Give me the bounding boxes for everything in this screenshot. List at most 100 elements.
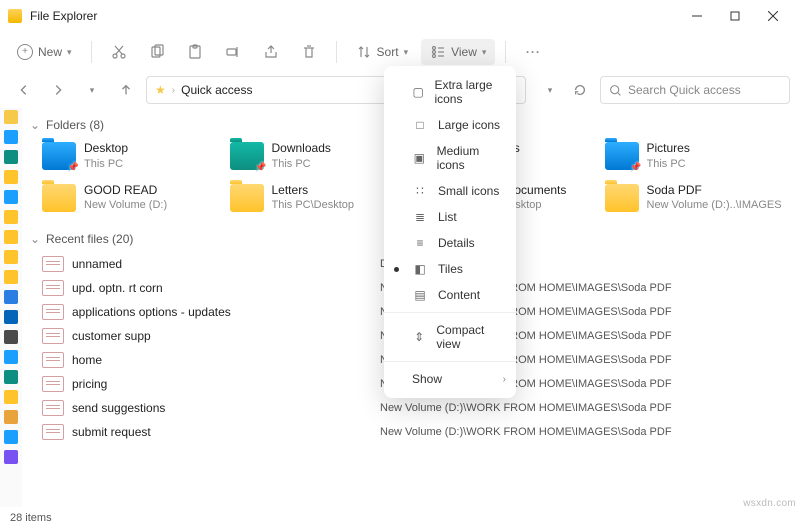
menu-show[interactable]: Show › [384, 366, 516, 392]
nav-thispc-icon [4, 330, 18, 344]
menu-item[interactable]: ◧Tiles [384, 256, 516, 282]
menu-item[interactable]: ▤Content [384, 282, 516, 308]
folder-item[interactable]: 📌PicturesThis PC [605, 138, 783, 174]
folder-icon: 📌 [42, 142, 76, 170]
nav-folder-icon [4, 350, 18, 364]
back-button[interactable] [10, 76, 38, 104]
menu-compact-view[interactable]: ⇕ Compact view [384, 317, 516, 357]
menu-label: Medium icons [437, 144, 504, 172]
forward-button[interactable] [44, 76, 72, 104]
file-name: pricing [72, 377, 372, 391]
nav-dropbox-icon [4, 290, 18, 304]
file-icon [42, 424, 64, 440]
more-button[interactable]: ··· [516, 39, 550, 65]
nav-music-icon [4, 410, 18, 424]
nav-folder-icon [4, 430, 18, 444]
nav-folder-icon [4, 250, 18, 264]
separator [91, 41, 92, 63]
file-row[interactable]: submit requestNew Volume (D:)\WORK FROM … [42, 420, 782, 444]
close-button[interactable] [754, 2, 792, 30]
view-button[interactable]: View ▾ [421, 39, 495, 65]
folder-text: DesktopThis PC [84, 141, 128, 171]
menu-item[interactable]: ≣ List [384, 204, 516, 230]
new-label: New [38, 45, 62, 59]
folder-item[interactable]: GOOD READNew Volume (D:) [42, 180, 220, 216]
menu-item[interactable]: ▣Medium icons [384, 138, 516, 178]
search-placeholder: Search Quick access [628, 83, 741, 97]
folder-location: This PC [272, 157, 331, 171]
folder-icon: 📌 [605, 142, 639, 170]
up-button[interactable] [112, 76, 140, 104]
nav-folder-icon [4, 210, 18, 224]
maximize-button[interactable] [716, 2, 754, 30]
chevron-down-icon: ⌄ [30, 118, 40, 132]
paste-icon [187, 44, 203, 60]
selected-indicator [394, 267, 399, 272]
pin-icon: 📌 [255, 162, 266, 173]
folder-item[interactable]: LettersThis PC\Desktop [230, 180, 408, 216]
folder-icon [605, 184, 639, 212]
file-explorer-icon [8, 9, 22, 23]
file-name: customer supp [72, 329, 372, 343]
menu-label: Compact view [436, 323, 504, 351]
folder-item[interactable]: Soda PDFNew Volume (D:)..\IMAGES [605, 180, 783, 216]
folder-text: Soda PDFNew Volume (D:)..\IMAGES [647, 183, 782, 213]
chevron-down-icon: ▾ [482, 47, 487, 58]
folder-icon [42, 184, 76, 212]
folder-item[interactable]: 📌 DesktopThis PC [42, 138, 220, 174]
more-icon: ··· [525, 44, 541, 60]
folder-name: Desktop [84, 141, 128, 157]
new-button[interactable]: + New ▾ [8, 39, 81, 65]
file-icon [42, 304, 64, 320]
view-option-icon: □ [412, 118, 428, 132]
folder-item[interactable]: 📌 DownloadsThis PC [230, 138, 408, 174]
menu-label: Content [438, 288, 480, 302]
menu-item[interactable]: ∷Small icons [384, 178, 516, 204]
folders-group-label: Folders (8) [46, 118, 104, 132]
menu-item[interactable]: □Large icons [384, 112, 516, 138]
rename-button[interactable] [216, 39, 250, 65]
star-icon: ★ [155, 83, 166, 97]
view-icon [430, 44, 446, 60]
nav-folder-icon [4, 390, 18, 404]
refresh-button[interactable] [566, 76, 594, 104]
paste-button[interactable] [178, 39, 212, 65]
sort-button[interactable]: Sort ▾ [347, 39, 418, 65]
statusbar: 28 items [0, 507, 800, 529]
folder-location: New Volume (D:)..\IMAGES [647, 198, 782, 212]
menu-label: List [438, 210, 457, 224]
menu-item[interactable]: ≡Details [384, 230, 516, 256]
pin-icon: 📌 [68, 162, 79, 173]
folder-location: This PC [84, 157, 128, 171]
separator [384, 312, 516, 313]
sort-icon [356, 44, 372, 60]
file-icon [42, 328, 64, 344]
view-option-icon: ≣ [412, 210, 428, 224]
compact-view-icon: ⇕ [412, 330, 426, 344]
search-box[interactable]: Search Quick access [600, 76, 790, 104]
recent-button[interactable]: ▾ [78, 76, 106, 104]
folder-location: This PC\Desktop [272, 198, 355, 212]
chevron-right-icon: › [172, 85, 175, 96]
separator [336, 41, 337, 63]
chevron-down-icon: ⌄ [30, 232, 40, 246]
rename-icon [225, 44, 241, 60]
file-row[interactable]: send suggestionsNew Volume (D:)\WORK FRO… [42, 396, 782, 420]
nav-pane-collapsed[interactable] [0, 108, 22, 507]
view-option-icon: ▢ [412, 85, 424, 99]
address-chevron-button[interactable]: ▾ [536, 76, 564, 104]
menu-item[interactable]: ▢Extra large icons [384, 72, 516, 112]
nav-desktop-icon [4, 130, 18, 144]
copy-button[interactable] [140, 39, 174, 65]
folder-name: Downloads [272, 141, 331, 157]
folder-name: GOOD READ [84, 183, 167, 199]
cut-button[interactable] [102, 39, 136, 65]
share-button[interactable] [254, 39, 288, 65]
folder-name: Letters [272, 183, 355, 199]
delete-button[interactable] [292, 39, 326, 65]
window-title: File Explorer [30, 9, 678, 23]
file-name: unnamed [72, 257, 372, 271]
window-controls [678, 2, 792, 30]
minimize-button[interactable] [678, 2, 716, 30]
menu-label: Details [438, 236, 475, 250]
